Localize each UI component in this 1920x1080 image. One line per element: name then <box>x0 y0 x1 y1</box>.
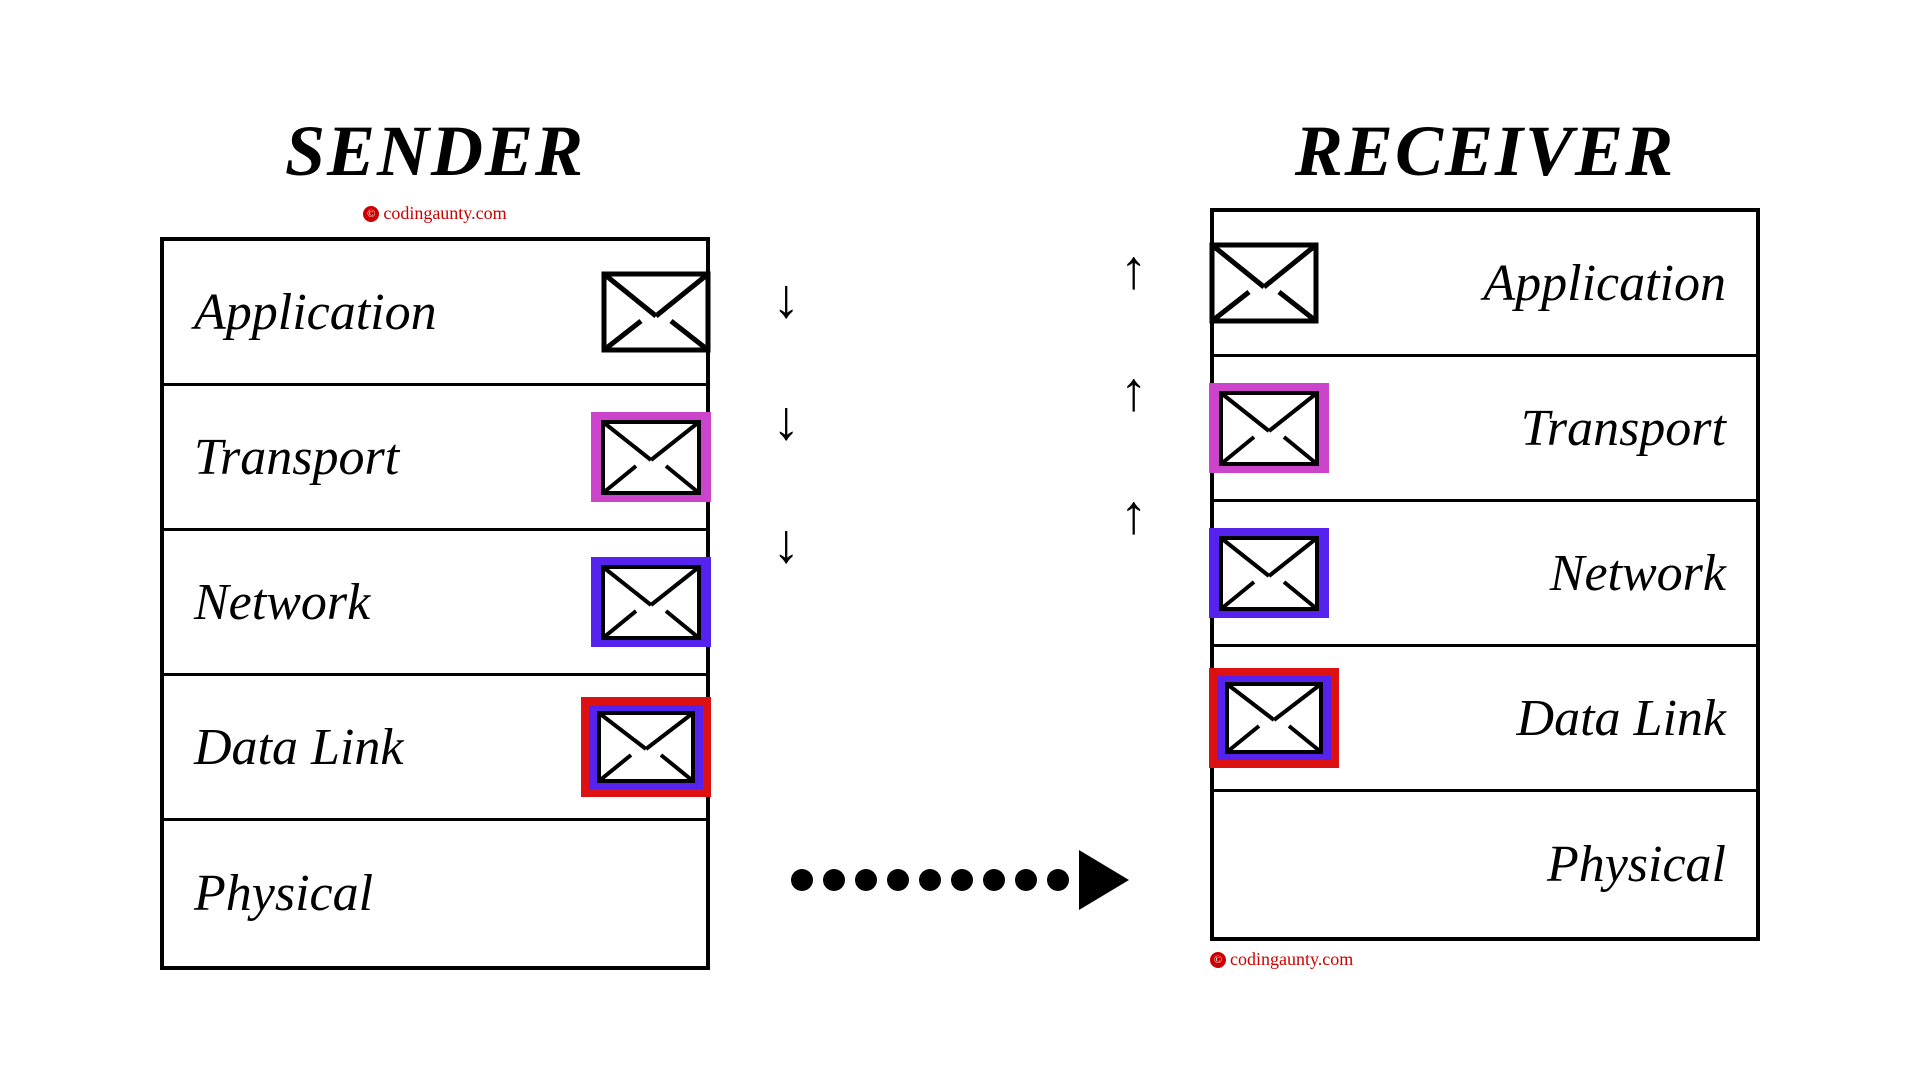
receiver-transport-row: Transport <box>1214 357 1756 502</box>
receiver-application-row: Application <box>1214 212 1756 357</box>
sender-watermark: © codingaunty.com <box>363 203 506 224</box>
arrow-up-2: ↑ <box>1120 364 1148 419</box>
receiver-datalink-row: Data Link <box>1214 647 1756 792</box>
copyright-icon: © <box>363 206 379 222</box>
envelope-red-svg <box>597 711 695 783</box>
sender-stack-wrapper: ↓ ↓ ↓ Application <box>160 237 710 970</box>
arrow-right-head <box>1079 850 1129 910</box>
sender-title: SENDER <box>285 110 585 193</box>
receiver-watermark: © codingaunty.com <box>1210 949 1760 970</box>
receiver-datalink-envelope <box>1209 668 1339 768</box>
receiver-stack-wrapper: ↑ ↑ ↑ Application <box>1210 208 1760 970</box>
receiver-side: RECEIVER ↑ ↑ ↑ Application <box>1210 110 1760 970</box>
envelope-purple-svg <box>601 420 701 495</box>
recv-copyright-icon: © <box>1210 952 1226 968</box>
recv-envelope-purple-svg <box>1219 391 1319 466</box>
receiver-application-envelope <box>1209 242 1319 324</box>
physical-dotted-arrow <box>710 808 1210 953</box>
dot-8 <box>1015 869 1037 891</box>
sender-datalink-row: Data Link <box>164 676 706 821</box>
dot-1 <box>791 869 813 891</box>
dot-7 <box>983 869 1005 891</box>
dot-2 <box>823 869 845 891</box>
arrow-down-2: ↓ <box>773 393 801 448</box>
sender-application-row: Application <box>164 241 706 386</box>
dotted-line <box>791 850 1129 910</box>
dot-9 <box>1047 869 1069 891</box>
sender-network-row: Network <box>164 531 706 676</box>
dot-5 <box>919 869 941 891</box>
receiver-physical-label: Physical <box>1214 835 1756 894</box>
sender-transport-envelope <box>591 412 711 502</box>
receiver-network-envelope <box>1209 528 1329 618</box>
sender-datalink-envelope <box>581 697 711 797</box>
recv-envelope-blue-svg <box>1219 536 1319 611</box>
sender-physical-row: Physical <box>164 821 706 966</box>
arrow-down-1: ↓ <box>773 271 801 326</box>
envelope-blue-svg <box>601 565 701 640</box>
dot-6 <box>951 869 973 891</box>
receiver-title: RECEIVER <box>1295 110 1675 193</box>
recv-envelope-red-svg <box>1225 682 1323 754</box>
diagram-container: SENDER © codingaunty.com ↓ ↓ ↓ Applicati… <box>110 110 1810 970</box>
receiver-transport-envelope <box>1209 383 1329 473</box>
sender-down-arrows: ↓ ↓ ↓ <box>773 237 801 817</box>
arrow-up-3: ↑ <box>1120 487 1148 542</box>
receiver-up-arrows: ↑ ↑ ↑ <box>1120 208 1148 788</box>
sender-stack: Application Transport <box>160 237 710 970</box>
envelope-plain-svg <box>601 271 711 353</box>
receiver-stack: Application Transport <box>1210 208 1760 941</box>
arrow-up-1: ↑ <box>1120 242 1148 297</box>
recv-envelope-plain-svg <box>1209 242 1319 324</box>
sender-network-envelope <box>591 557 711 647</box>
dot-4 <box>887 869 909 891</box>
sender-transport-row: Transport <box>164 386 706 531</box>
sender-side: SENDER © codingaunty.com ↓ ↓ ↓ Applicati… <box>160 110 710 970</box>
receiver-network-row: Network <box>1214 502 1756 647</box>
sender-application-envelope <box>601 271 711 353</box>
arrow-down-3: ↓ <box>773 516 801 571</box>
receiver-physical-row: Physical <box>1214 792 1756 937</box>
dot-3 <box>855 869 877 891</box>
sender-physical-label: Physical <box>164 864 706 923</box>
